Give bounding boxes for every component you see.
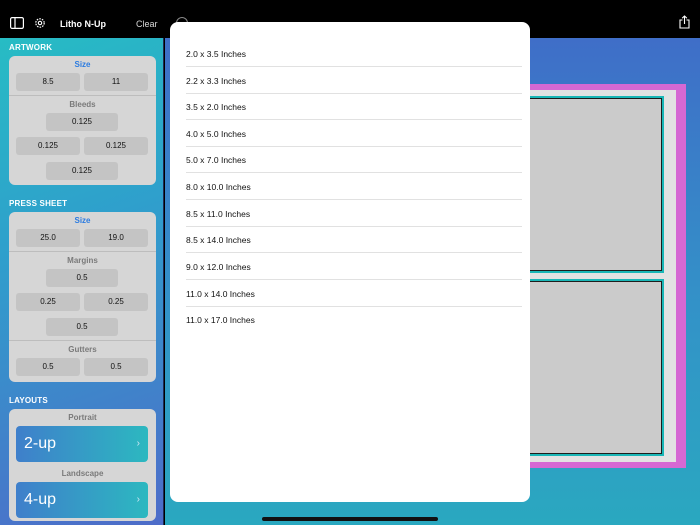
artwork-cell-bottom [520,281,662,454]
bleeds-label: Bleeds [69,100,96,109]
size-option[interactable]: 8.5 x 14.0 Inches [186,227,522,253]
size-option[interactable]: 2.2 x 3.3 Inches [186,68,522,94]
sidebar: ARTWORK Size 8.5 11 Bleeds 0.125 0.125 0… [0,38,164,525]
landscape-layout-button[interactable]: 4-up › [16,482,148,518]
clear-button[interactable]: Clear [136,19,158,29]
layouts-section-title: LAYOUTS [9,396,48,405]
margin-bottom-field[interactable]: 0.5 [46,318,118,336]
size-option[interactable]: 8.0 x 10.0 Inches [186,174,522,200]
press-sheet-card: Size 25.0 19.0 Margins 0.5 0.25 0.25 0.5… [9,212,156,382]
artwork-cell-top [520,98,662,271]
app-title: Litho N-Up [60,19,106,29]
size-options-popover: 2.0 x 3.5 Inches 2.2 x 3.3 Inches 3.5 x … [170,22,530,502]
press-sheet-size-label: Size [74,216,91,225]
portrait-label: Portrait [68,413,97,422]
artwork-height-field[interactable]: 11 [84,73,148,91]
size-option[interactable]: 5.0 x 7.0 Inches [186,147,522,173]
bleed-top-field[interactable]: 0.125 [46,113,118,131]
chevron-right-icon: › [136,494,140,505]
bleed-left-field[interactable]: 0.125 [16,137,80,155]
gutter-horizontal-field[interactable]: 0.5 [16,358,80,376]
portrait-layout-value: 2-up [24,435,57,452]
bleed-bottom-field[interactable]: 0.125 [46,162,118,180]
gear-icon[interactable] [34,17,46,29]
gutters-label: Gutters [68,345,97,354]
divider [9,340,156,341]
margin-left-field[interactable]: 0.25 [16,293,80,311]
sidebar-toggle-icon[interactable] [10,17,24,29]
bleed-right-field[interactable]: 0.125 [84,137,148,155]
artwork-size-label: Size [74,60,91,69]
size-option[interactable]: 11.0 x 17.0 Inches [186,307,522,333]
home-indicator [262,517,438,521]
margins-label: Margins [67,256,98,265]
landscape-layout-value: 4-up [24,491,57,508]
artwork-section-title: ARTWORK [9,43,53,52]
size-option[interactable]: 4.0 x 5.0 Inches [186,121,522,147]
divider [9,251,156,252]
press-sheet-width-field[interactable]: 25.0 [16,229,80,247]
portrait-layout-button[interactable]: 2-up › [16,426,148,462]
margin-top-field[interactable]: 0.5 [46,269,118,287]
artwork-card: Size 8.5 11 Bleeds 0.125 0.125 0.125 0.1… [9,56,156,185]
size-option[interactable]: 8.5 x 11.0 Inches [186,201,522,227]
size-option[interactable]: 3.5 x 2.0 Inches [186,94,522,120]
press-sheet-section-title: PRESS SHEET [9,199,68,208]
size-option[interactable]: 11.0 x 14.0 Inches [186,281,522,307]
gutter-vertical-field[interactable]: 0.5 [84,358,148,376]
press-sheet-height-field[interactable]: 19.0 [84,229,148,247]
size-option[interactable]: 9.0 x 12.0 Inches [186,254,522,280]
chevron-right-icon: › [136,438,140,449]
layouts-card: Portrait 2-up › Landscape 4-up › [9,409,156,521]
margin-right-field[interactable]: 0.25 [84,293,148,311]
landscape-label: Landscape [61,469,104,478]
artwork-width-field[interactable]: 8.5 [16,73,80,91]
divider [9,95,156,96]
share-icon[interactable] [679,15,690,29]
size-option[interactable]: 2.0 x 3.5 Inches [186,41,522,67]
